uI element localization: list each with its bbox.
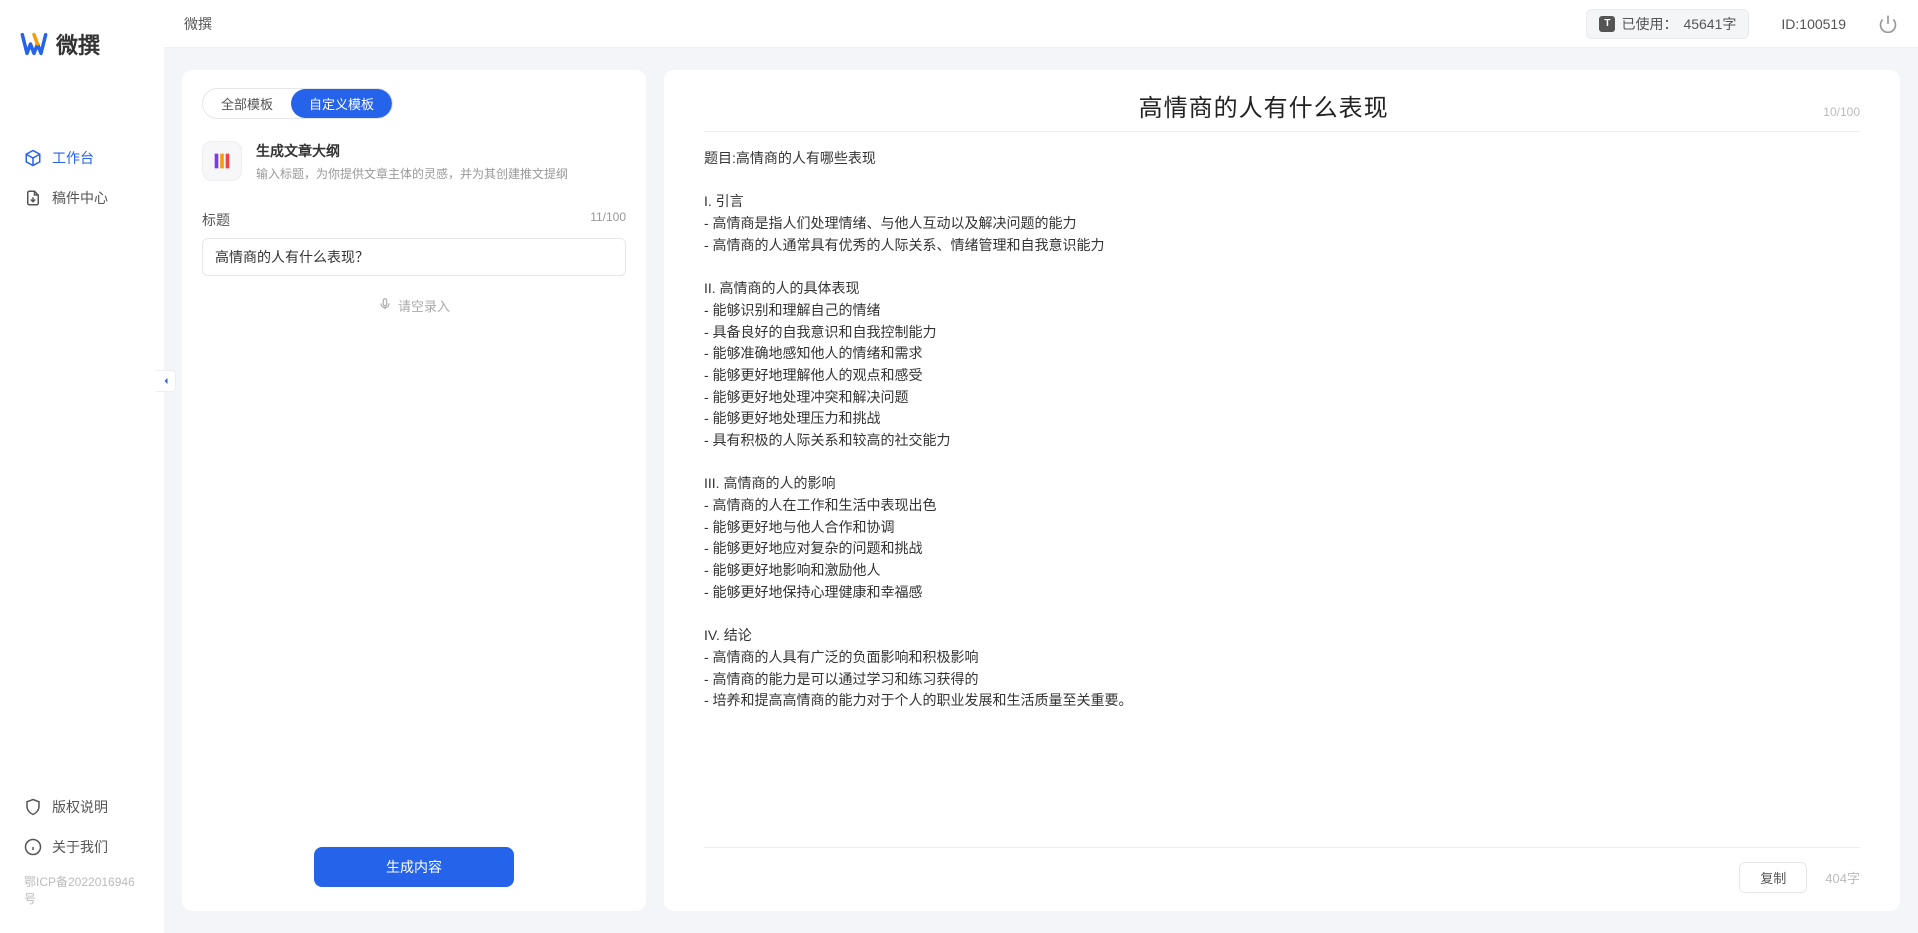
output-content[interactable]: 题目:高情商的人有哪些表现 I. 引言 - 高情商是指人们处理情绪、与他人互动以… <box>704 148 1860 837</box>
nav-label: 稿件中心 <box>52 188 108 208</box>
copy-button[interactable]: 复制 <box>1739 862 1807 893</box>
input-panel: 全部模板 自定义模板 生成文章大纲 输入标题，为你提供文章主体的灵感，并为其创建… <box>182 70 646 911</box>
voice-hint: 请空录入 <box>398 296 450 315</box>
nav-label: 工作台 <box>52 148 94 168</box>
usage-prefix: 已使用： <box>1621 14 1677 34</box>
cube-icon <box>24 149 42 167</box>
app-name: 微撰 <box>184 14 212 34</box>
nav-item-workspace[interactable]: 工作台 <box>0 138 164 178</box>
mic-icon <box>378 297 392 314</box>
title-input[interactable] <box>202 238 626 276</box>
footer-item-about[interactable]: 关于我们 <box>0 827 164 867</box>
usage-value: 45641字 <box>1683 14 1736 34</box>
user-id: ID:100519 <box>1781 16 1846 32</box>
tab-all-templates[interactable]: 全部模板 <box>203 89 291 118</box>
info-icon <box>24 838 42 856</box>
main-nav: 工作台 稿件中心 <box>0 88 164 787</box>
title-field-label: 标题 <box>202 210 230 230</box>
usage-pill[interactable]: T 已使用： 45641字 <box>1586 9 1749 39</box>
brand-name: 微撰 <box>56 28 100 60</box>
word-count: 404字 <box>1825 868 1860 887</box>
footer-label: 关于我们 <box>52 837 108 857</box>
sidebar: 微撰 工作台 稿件中心 版权说明 <box>0 0 164 933</box>
generate-button[interactable]: 生成内容 <box>314 847 514 887</box>
document-arrow-icon <box>24 189 42 207</box>
template-title: 生成文章大纲 <box>256 141 568 161</box>
template-icon <box>202 141 242 181</box>
topbar: 微撰 T 已使用： 45641字 ID:100519 <box>164 0 1918 48</box>
nav-item-drafts[interactable]: 稿件中心 <box>0 178 164 218</box>
footer-item-copyright[interactable]: 版权说明 <box>0 787 164 827</box>
output-title-counter: 10/100 <box>1823 105 1860 119</box>
tab-custom-templates[interactable]: 自定义模板 <box>291 89 392 118</box>
power-icon[interactable] <box>1878 14 1898 34</box>
selected-template: 生成文章大纲 输入标题，为你提供文章主体的灵感，并为其创建推文提纲 <box>202 141 626 182</box>
sidebar-footer: 版权说明 关于我们 鄂ICP备2022016946号 <box>0 787 164 933</box>
logo-icon <box>20 30 48 58</box>
template-tabs: 全部模板 自定义模板 <box>202 88 393 119</box>
output-title: 高情商的人有什么表现 <box>704 88 1823 123</box>
icp-license: 鄂ICP备2022016946号 <box>0 867 164 913</box>
brand-logo: 微撰 <box>0 0 164 88</box>
template-desc: 输入标题，为你提供文章主体的灵感，并为其创建推文提纲 <box>256 165 568 182</box>
usage-badge-icon: T <box>1599 16 1615 32</box>
output-panel: 高情商的人有什么表现 10/100 题目:高情商的人有哪些表现 I. 引言 - … <box>664 70 1900 911</box>
sidebar-collapse-toggle[interactable] <box>156 370 176 392</box>
footer-label: 版权说明 <box>52 797 108 817</box>
title-field-counter: 11/100 <box>590 210 626 230</box>
voice-input-row[interactable]: 请空录入 <box>202 296 626 315</box>
shield-icon <box>24 798 42 816</box>
